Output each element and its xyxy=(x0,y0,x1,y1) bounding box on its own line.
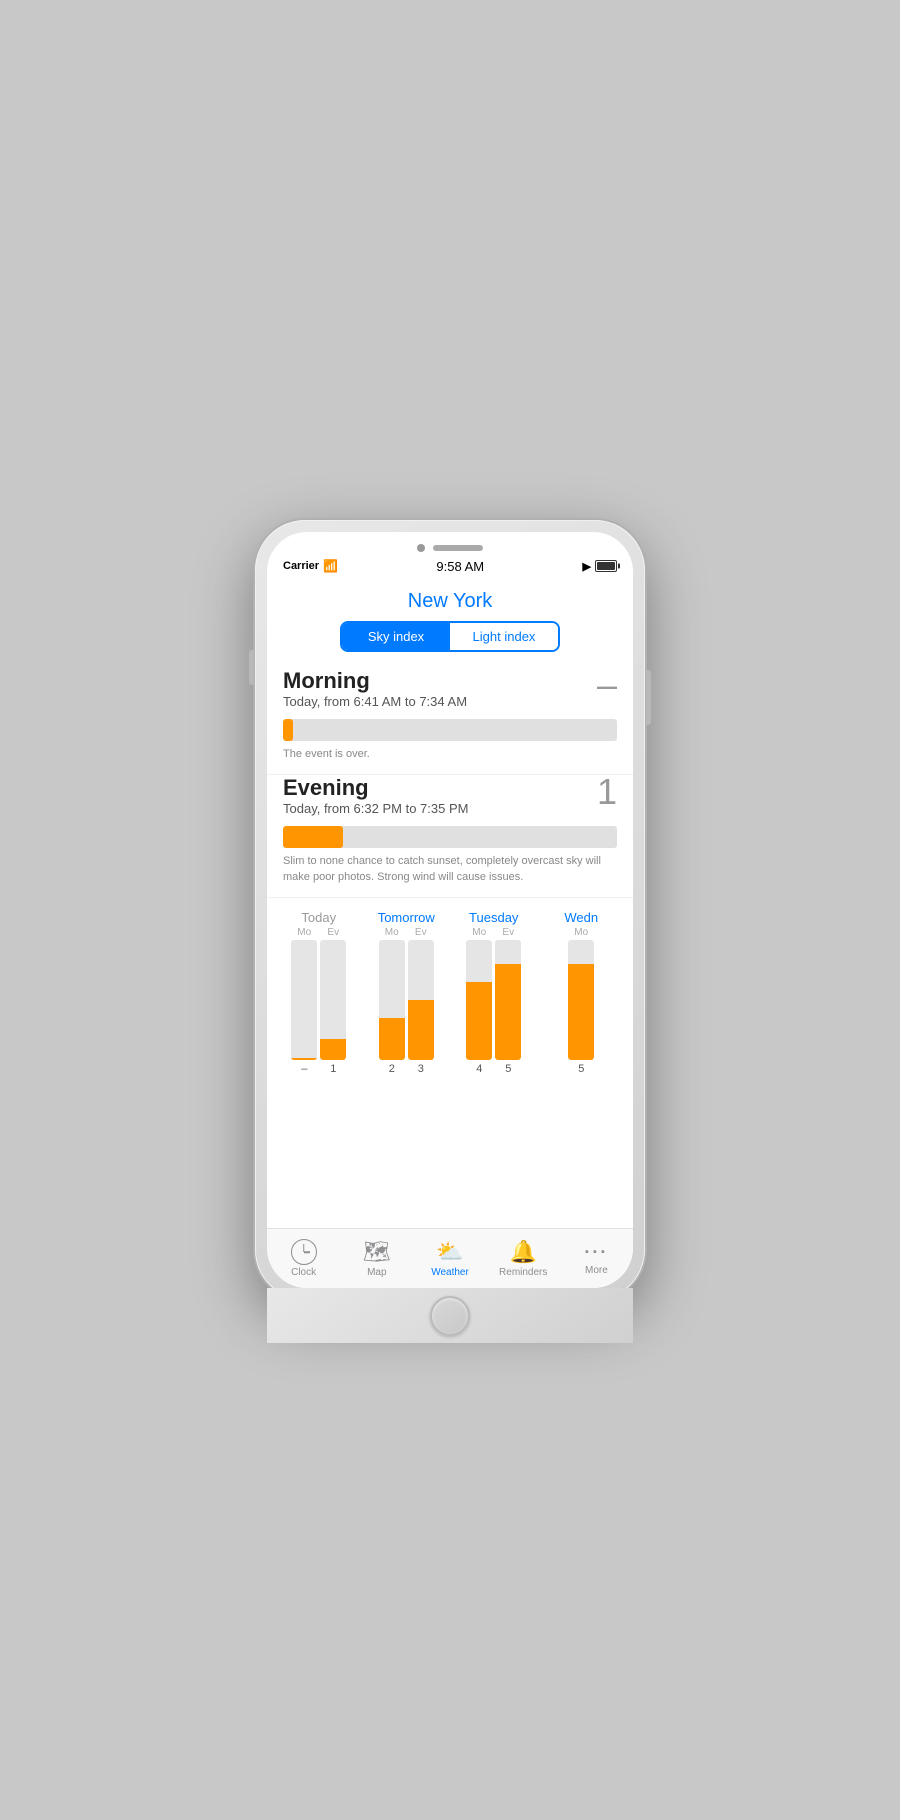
nav-label-more: More xyxy=(585,1265,608,1276)
bar-today-ev: Ev 1 xyxy=(320,927,346,1075)
bar-tuesday-ev-fill xyxy=(495,964,521,1060)
bottom-nav: Clock 🗺 Map ⛅ Weather 🔔 Reminders ··· Mo… xyxy=(267,1228,633,1288)
nav-item-map[interactable]: 🗺 Map xyxy=(340,1239,413,1278)
chart-day-tomorrow: Tomorrow Mo 2 Ev xyxy=(363,910,451,1075)
bar-today-ev-fill xyxy=(320,1039,346,1061)
wifi-icon: 📶 xyxy=(323,559,338,573)
status-left: Carrier 📶 xyxy=(283,559,338,573)
bar-wednesday-mo: Mo 5 xyxy=(568,927,594,1075)
nav-item-clock[interactable]: Clock xyxy=(267,1239,340,1278)
bar-tomorrow-mo: Mo 2 xyxy=(379,927,405,1075)
bar-today-ev-container xyxy=(320,940,346,1060)
segment-light-index[interactable]: Light index xyxy=(450,623,558,650)
phone-device: Carrier 📶 9:58 AM ▶ New York Sky index L… xyxy=(255,520,645,1300)
status-bar: Carrier 📶 9:58 AM ▶ xyxy=(267,552,633,580)
morning-section: Morning Today, from 6:41 AM to 7:34 AM –… xyxy=(267,668,633,775)
chart-day-wednesday: Wedn Mo 5 xyxy=(538,910,626,1075)
bar-tuesday-ev-container xyxy=(495,940,521,1060)
nav-item-more[interactable]: ··· More xyxy=(560,1242,633,1276)
evening-progress-fill xyxy=(283,826,343,848)
bar-tomorrow-ev-container xyxy=(408,940,434,1060)
nav-label-reminders: Reminders xyxy=(499,1267,547,1278)
bar-today-mo: Mo – xyxy=(291,927,317,1075)
morning-description: The event is over. xyxy=(283,747,617,762)
evening-progress-bar xyxy=(283,826,617,848)
reminders-icon: 🔔 xyxy=(510,1239,537,1265)
carrier-label: Carrier xyxy=(283,560,319,572)
status-right: ▶ xyxy=(583,560,617,573)
chart-section: Today Mo – Ev xyxy=(267,898,633,1083)
chart-label-wednesday: Wedn xyxy=(564,910,598,925)
front-camera xyxy=(417,544,425,552)
phone-top-decoration xyxy=(417,544,483,552)
home-button-area xyxy=(267,1288,633,1343)
bar-tomorrow-mo-container xyxy=(379,940,405,1060)
evening-description: Slim to none chance to catch sunset, com… xyxy=(283,854,617,885)
morning-header: Morning Today, from 6:41 AM to 7:34 AM – xyxy=(283,668,617,717)
morning-title-text: Morning xyxy=(283,668,467,694)
bar-tuesday-ev: Ev 5 xyxy=(495,927,521,1075)
chart-day-tuesday: Tuesday Mo 4 Ev xyxy=(450,910,538,1075)
bar-tomorrow-ev-fill xyxy=(408,1000,434,1060)
evening-title-text: Evening xyxy=(283,775,468,801)
evening-section: Evening Today, from 6:32 PM to 7:35 PM 1… xyxy=(267,775,633,898)
nav-label-weather: Weather xyxy=(431,1267,469,1278)
morning-progress-bar xyxy=(283,719,617,741)
battery-indicator xyxy=(595,560,617,572)
evening-header: Evening Today, from 6:32 PM to 7:35 PM 1 xyxy=(283,775,617,824)
home-button[interactable] xyxy=(430,1296,470,1336)
more-icon: ··· xyxy=(584,1242,608,1263)
segment-control[interactable]: Sky index Light index xyxy=(340,621,560,652)
chart-label-tuesday: Tuesday xyxy=(469,910,518,925)
location-icon: ▶ xyxy=(583,560,591,573)
bar-wednesday-mo-fill xyxy=(568,964,594,1060)
phone-screen: Carrier 📶 9:58 AM ▶ New York Sky index L… xyxy=(267,532,633,1288)
morning-index: – xyxy=(597,664,617,706)
status-time: 9:58 AM xyxy=(436,559,484,574)
segment-sky-index[interactable]: Sky index xyxy=(342,623,450,650)
bar-wednesday-mo-container xyxy=(568,940,594,1060)
bar-tomorrow-mo-fill xyxy=(379,1018,405,1060)
nav-item-weather[interactable]: ⛅ Weather xyxy=(413,1239,486,1278)
nav-item-reminders[interactable]: 🔔 Reminders xyxy=(487,1239,560,1278)
weather-icon: ⛅ xyxy=(436,1239,463,1265)
morning-subtitle: Today, from 6:41 AM to 7:34 AM xyxy=(283,694,467,709)
chart-day-today: Today Mo – Ev xyxy=(275,910,363,1075)
chart-days: Today Mo – Ev xyxy=(275,910,625,1075)
bar-tuesday-mo: Mo 4 xyxy=(466,927,492,1075)
bar-tomorrow-ev: Ev 3 xyxy=(408,927,434,1075)
bar-tuesday-mo-container xyxy=(466,940,492,1060)
nav-label-map: Map xyxy=(367,1267,386,1278)
chart-label-tomorrow: Tomorrow xyxy=(378,910,435,925)
bar-tuesday-mo-fill xyxy=(466,982,492,1060)
chart-label-today: Today xyxy=(301,910,336,925)
phone-speaker xyxy=(433,545,483,551)
nav-label-clock: Clock xyxy=(291,1267,316,1278)
evening-index: 1 xyxy=(597,771,617,813)
city-name: New York xyxy=(267,580,633,621)
screen-content[interactable]: New York Sky index Light index Morning T… xyxy=(267,580,633,1228)
bar-today-mo-fill xyxy=(291,1058,317,1060)
battery-fill xyxy=(597,562,615,570)
evening-subtitle: Today, from 6:32 PM to 7:35 PM xyxy=(283,801,468,816)
morning-title: Morning Today, from 6:41 AM to 7:34 AM xyxy=(283,668,467,717)
map-icon: 🗺 xyxy=(363,1239,391,1265)
bar-today-mo-container xyxy=(291,940,317,1060)
morning-progress-fill xyxy=(283,719,293,741)
evening-title-group: Evening Today, from 6:32 PM to 7:35 PM xyxy=(283,775,468,824)
